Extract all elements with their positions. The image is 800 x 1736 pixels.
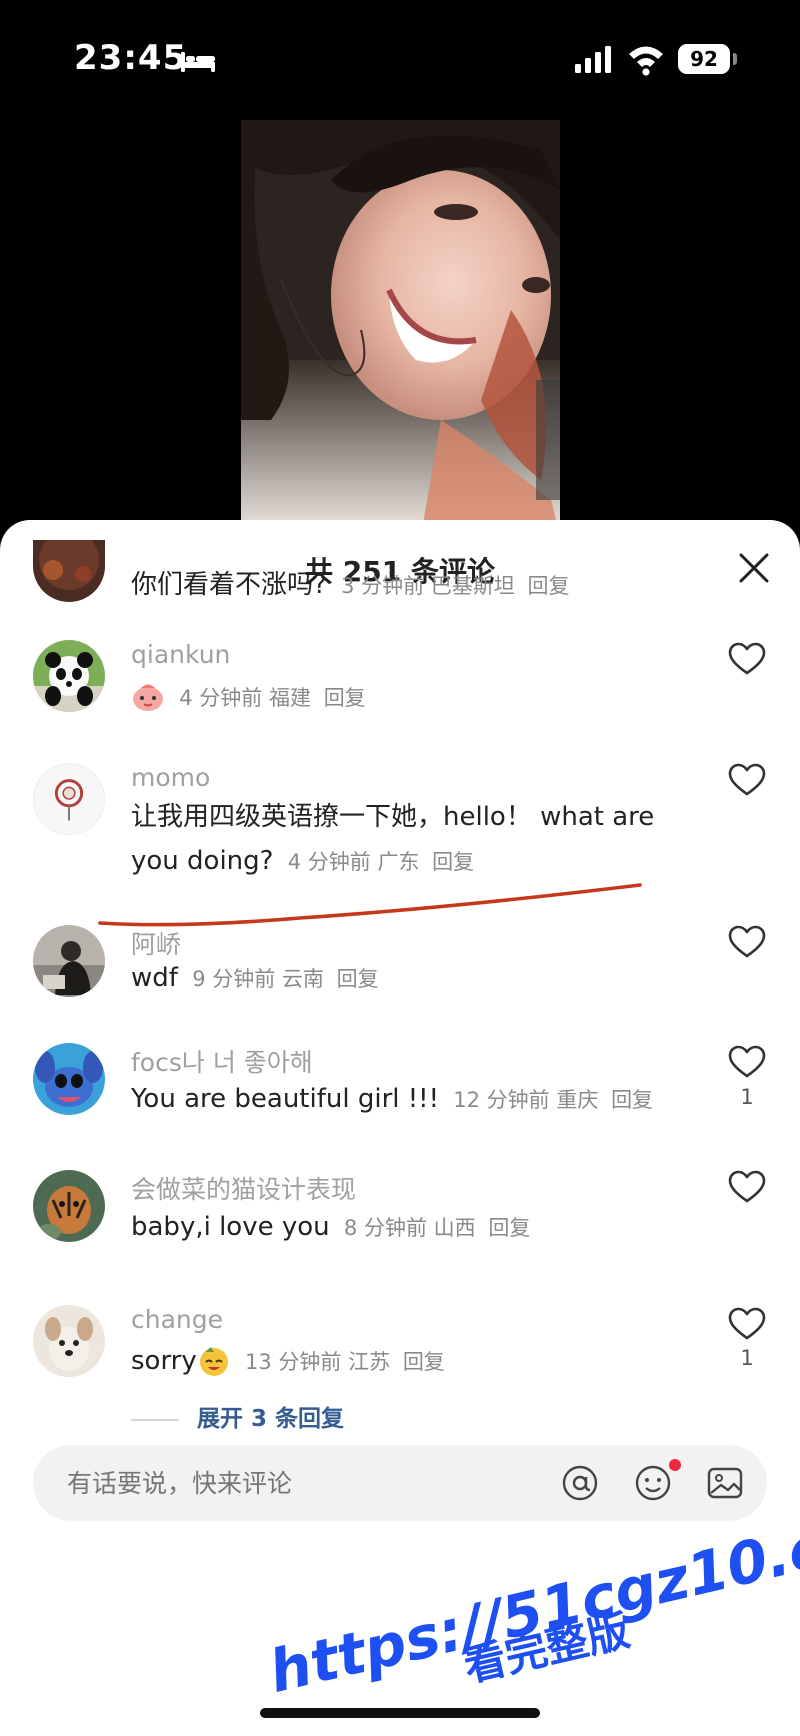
heart-icon[interactable] [728,642,766,676]
comment-username[interactable]: momo [131,763,210,792]
home-indicator[interactable] [260,1708,540,1718]
screen: 23:45 92 共 251 条评论 你们看着不涨吗? 3 分钟前 巴基斯坦 回… [0,0,800,1736]
battery-terminal [733,53,737,65]
comment-text-line: You are beautiful girl !!! 12 分钟前 重庆 回复 [131,1077,691,1122]
reply-link[interactable]: 回复 [403,1350,445,1374]
comment-location: 巴基斯坦 [430,574,515,598]
comment-text-line: 你们看着不涨吗? 3 分钟前 巴基斯坦 回复 [131,563,691,608]
avatar[interactable] [33,925,105,997]
smiling-face-emoji-icon [199,1347,228,1376]
reply-link[interactable]: 回复 [337,967,379,991]
comment-meta: 3 分钟前 巴基斯坦 回复 [341,574,569,598]
image-icon[interactable] [705,1463,745,1503]
avatar[interactable] [33,540,105,602]
status-time: 23:45 [74,38,188,78]
comment-time: 4 分钟前 [287,850,371,874]
emoji-icon[interactable] [633,1463,673,1503]
comment-location: 山西 [433,1216,476,1240]
comment-time: 13 分钟前 [245,1350,342,1374]
comment-meta: 12 分钟前 重庆 回复 [453,1088,653,1112]
comment-input-placeholder[interactable]: 有话要说，快来评论 [67,1464,292,1500]
like-count: 1 [740,1085,754,1109]
status-bar: 23:45 92 [0,0,800,118]
comment-time: 3 分钟前 [341,574,425,598]
comment-time: 4 分钟前 [179,686,263,710]
heart-icon[interactable] [728,1170,766,1204]
comment-meta: 13 分钟前 江苏 回复 [245,1350,445,1374]
comment-meta: 8 分钟前 山西 回复 [344,1216,530,1240]
comment-username[interactable]: focs나 너 좋아해 [131,1043,313,1079]
avatar[interactable] [33,1305,105,1377]
video-frame-photo [241,120,560,535]
reply-link[interactable]: 回复 [528,574,570,598]
comment-sheet: 共 251 条评论 你们看着不涨吗? 3 分钟前 巴基斯坦 回复 qiankun… [0,520,800,1736]
heart-icon[interactable] [728,925,766,959]
reply-link[interactable]: 回复 [488,1216,530,1240]
comment-location: 广东 [377,850,420,874]
comment-time: 12 分钟前 [453,1088,550,1112]
avatar-image [33,1170,105,1242]
comment-location: 重庆 [556,1088,599,1112]
sleep-focus-icon [181,52,215,72]
expand-replies-link[interactable]: 展开 3 条回复 [131,1399,344,1433]
comment-meta: 9 分钟前 云南 回复 [192,967,378,991]
avatar-image [33,1305,105,1377]
comment-location: 云南 [281,967,324,991]
notification-dot [669,1459,681,1471]
comment-text-line: sorry 13 分钟前 江苏 回复 [131,1339,691,1384]
comment-meta: 4 分钟前 福建 回复 [179,686,365,710]
avatar[interactable] [33,1170,105,1242]
avatar-image [33,1043,105,1115]
video-preview[interactable] [241,120,560,535]
heart-icon[interactable] [728,1045,766,1079]
comment-location: 福建 [269,686,311,710]
reply-link[interactable]: 回复 [611,1088,653,1112]
avatar[interactable] [33,1043,105,1115]
comment-text: You are beautiful girl !!! [131,1084,440,1114]
blushing-face-emoji-icon [133,684,163,711]
comment-text-line: wdf 9 分钟前 云南 回复 [131,956,691,1001]
comment-text-line: 让我用四级英语撩一下她，hello！ what are you doing? 4… [131,795,691,884]
expand-replies-label: 展开 3 条回复 [197,1406,345,1432]
avatar-image [33,925,105,997]
mention-icon[interactable] [560,1463,600,1503]
avatar[interactable] [33,640,105,712]
battery-level: 92 [678,44,730,74]
avatar-image [33,540,105,602]
heart-icon[interactable] [728,1307,766,1341]
heart-icon[interactable] [728,763,766,797]
comment-username[interactable]: qiankun [131,640,230,669]
expand-divider [131,1418,179,1421]
comment-meta: 4 分钟前 广东 回复 [288,850,474,874]
comment-text-line: baby,i love you 8 分钟前 山西 回复 [131,1205,691,1250]
comment-username[interactable]: change [131,1305,223,1334]
avatar-image [34,764,104,834]
comment-text: sorry [131,1346,197,1376]
cellular-signal-icon [575,46,611,73]
comment-input-bar[interactable]: 有话要说，快来评论 [33,1445,767,1521]
like-count: 1 [740,1346,754,1370]
comment-location: 江苏 [348,1350,391,1374]
close-icon[interactable] [736,550,772,586]
comment-time: 9 分钟前 [192,967,276,991]
comment-text: baby,i love you [131,1212,330,1242]
comment-text: wdf [131,963,178,993]
wifi-icon [629,46,663,76]
comment-text-line: 4 分钟前 福建 回复 [131,675,691,720]
reply-link[interactable]: 回复 [324,686,366,710]
comment-text: 你们看着不涨吗? [131,570,327,600]
comment-time: 8 分钟前 [343,1216,427,1240]
avatar-image [33,640,105,712]
comment-username[interactable]: 会做菜的猫设计表现 [131,1170,356,1206]
reply-link[interactable]: 回复 [432,850,474,874]
avatar[interactable] [33,763,105,835]
